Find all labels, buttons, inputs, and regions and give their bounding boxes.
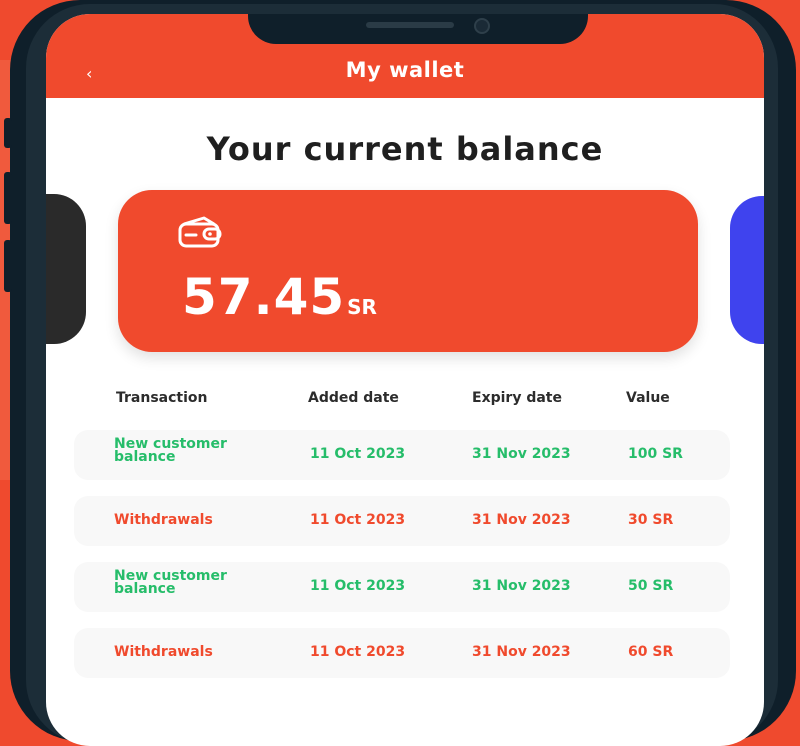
transaction-name: Withdrawals — [114, 644, 213, 660]
phone-side-button — [4, 240, 12, 292]
column-header-value: Value — [626, 390, 670, 406]
phone-side-button — [4, 118, 12, 148]
phone-speaker — [366, 22, 454, 28]
transaction-value: 30 SR — [628, 512, 674, 528]
column-header-added-date: Added date — [308, 390, 399, 406]
transaction-name: New customer balance — [114, 436, 227, 465]
phone-side-button — [4, 172, 12, 224]
transaction-name: New customer balance — [114, 568, 227, 597]
column-header-transaction: Transaction — [116, 390, 208, 406]
page-title: My wallet — [345, 58, 465, 82]
transaction-value: 100 SR — [628, 446, 683, 462]
transaction-value: 50 SR — [628, 578, 674, 594]
transaction-row[interactable]: Withdrawals 11 Oct 2023 31 Nov 2023 60 S… — [74, 628, 730, 678]
previous-card-peek[interactable] — [46, 194, 86, 344]
balance-heading: Your current balance — [206, 130, 604, 168]
transaction-row[interactable]: New customer balance 11 Oct 2023 31 Nov … — [74, 562, 730, 612]
added-date: 11 Oct 2023 — [310, 578, 406, 594]
balance-amount: 57.45 SR — [182, 268, 377, 326]
app-screen: ‹ My wallet Your current balance 57.45 SR… — [46, 14, 764, 746]
added-date: 11 Oct 2023 — [310, 644, 406, 660]
balance-currency: SR — [347, 295, 377, 319]
transaction-row[interactable]: New customer balance 11 Oct 2023 31 Nov … — [74, 430, 730, 480]
expiry-date: 31 Nov 2023 — [472, 446, 571, 462]
transaction-value: 60 SR — [628, 644, 674, 660]
phone-camera — [474, 18, 490, 34]
column-header-expiry-date: Expiry date — [472, 390, 562, 406]
phone-notch — [248, 14, 588, 44]
transaction-row[interactable]: Withdrawals 11 Oct 2023 31 Nov 2023 30 S… — [74, 496, 730, 546]
balance-value: 57.45 — [182, 268, 346, 326]
added-date: 11 Oct 2023 — [310, 512, 406, 528]
added-date: 11 Oct 2023 — [310, 446, 406, 462]
expiry-date: 31 Nov 2023 — [472, 578, 571, 594]
next-card-peek[interactable] — [730, 196, 764, 344]
expiry-date: 31 Nov 2023 — [472, 512, 571, 528]
wallet-icon — [178, 216, 222, 248]
transaction-name: Withdrawals — [114, 512, 213, 528]
expiry-date: 31 Nov 2023 — [472, 644, 571, 660]
balance-card[interactable]: 57.45 SR — [118, 190, 698, 352]
